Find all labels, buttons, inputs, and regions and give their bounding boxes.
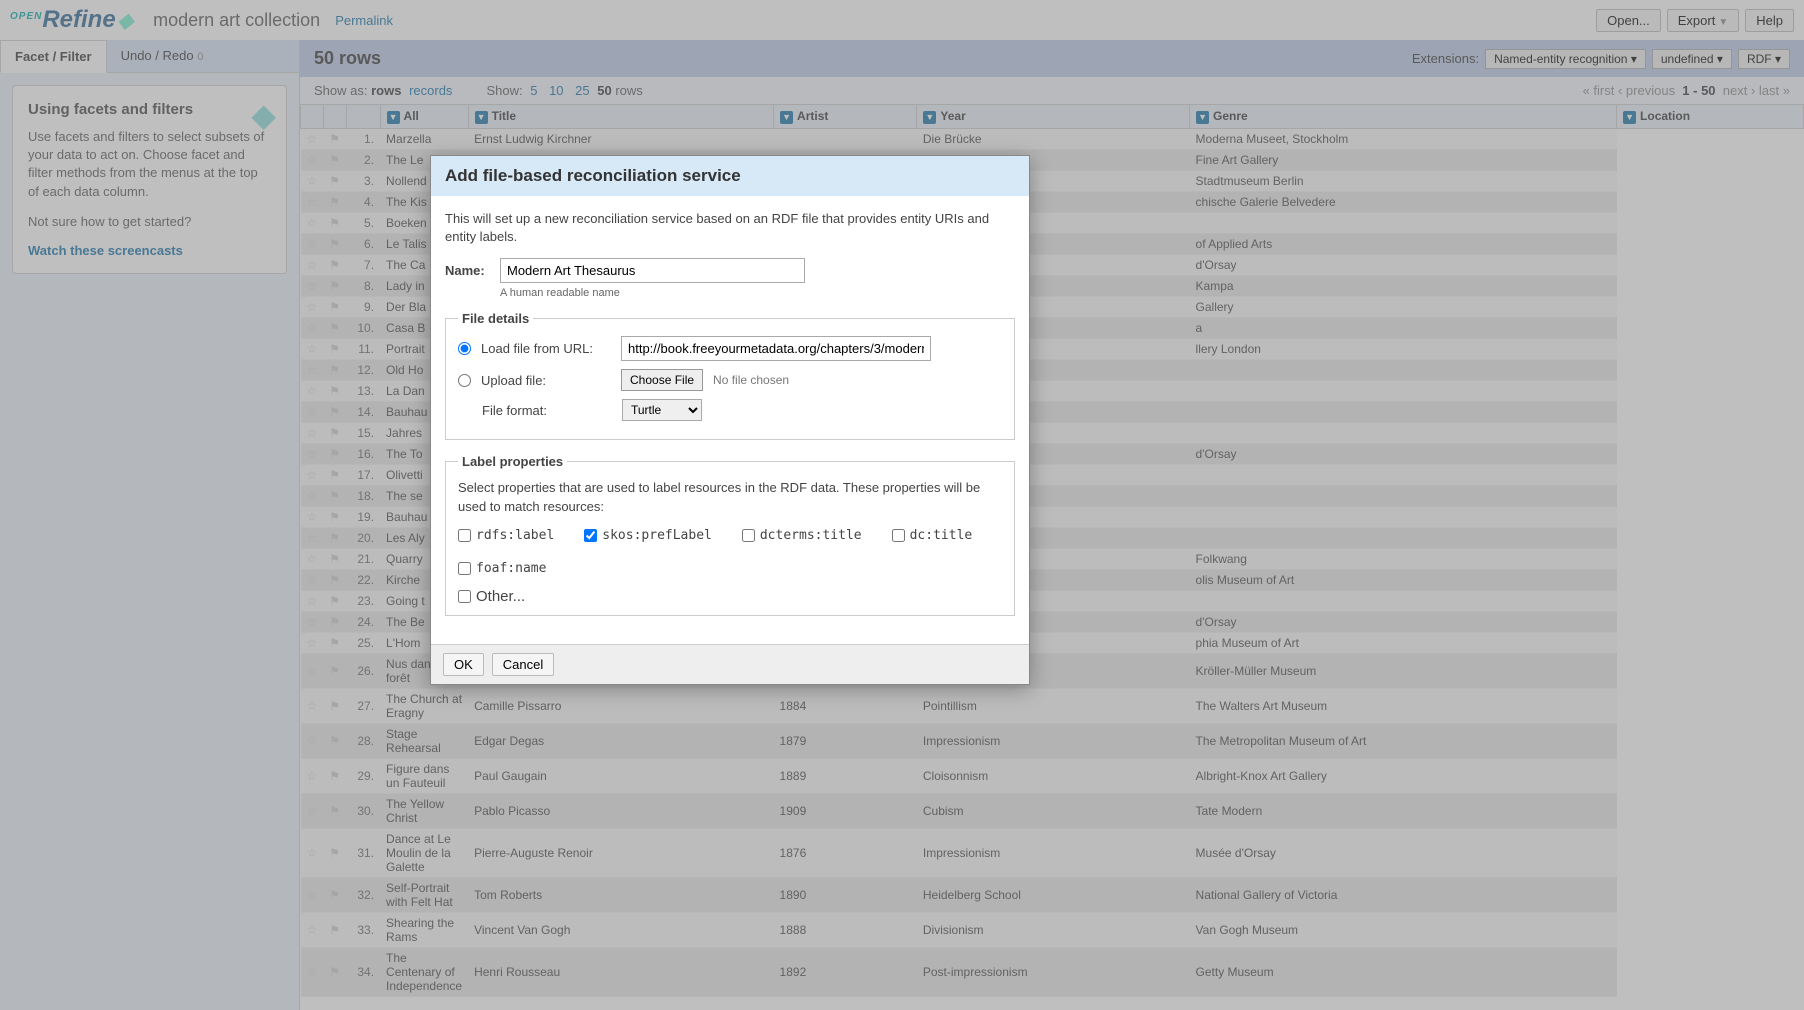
upload-label: Upload file:	[481, 373, 611, 388]
label-legend: Label properties	[458, 454, 567, 469]
choose-file-button[interactable]: Choose File	[621, 369, 703, 391]
prop-skos-label[interactable]: skos:prefLabel	[584, 528, 712, 543]
label-props-fieldset: Label properties Select properties that …	[445, 454, 1015, 615]
prop-skos-checkbox[interactable]	[584, 529, 597, 542]
prop-other-label[interactable]: Other...	[458, 588, 1002, 605]
upload-radio[interactable]	[458, 374, 471, 387]
no-file-label: No file chosen	[713, 373, 789, 387]
cancel-button[interactable]: Cancel	[492, 653, 554, 676]
format-label: File format:	[482, 403, 612, 418]
name-label: Name:	[445, 263, 500, 278]
prop-rdfs-checkbox[interactable]	[458, 529, 471, 542]
ok-button[interactable]: OK	[443, 653, 484, 676]
prop-dcterms-label[interactable]: dcterms:title	[742, 528, 862, 543]
file-legend: File details	[458, 311, 533, 326]
prop-foaf-label[interactable]: foaf:name	[458, 561, 546, 576]
load-url-label: Load file from URL:	[481, 341, 611, 356]
url-input[interactable]	[621, 336, 931, 361]
label-intro: Select properties that are used to label…	[458, 479, 1002, 515]
load-url-radio[interactable]	[458, 342, 471, 355]
prop-dc-checkbox[interactable]	[892, 529, 905, 542]
prop-foaf-checkbox[interactable]	[458, 562, 471, 575]
name-hint: A human readable name	[500, 287, 1015, 299]
dialog-intro: This will set up a new reconciliation se…	[445, 210, 1015, 246]
file-details-fieldset: File details Load file from URL: Upload …	[445, 311, 1015, 440]
prop-dcterms-checkbox[interactable]	[742, 529, 755, 542]
reconcile-dialog: Add file-based reconciliation service Th…	[430, 155, 1030, 685]
prop-rdfs-label[interactable]: rdfs:label	[458, 528, 554, 543]
prop-other-checkbox[interactable]	[458, 590, 471, 603]
dialog-title: Add file-based reconciliation service	[431, 156, 1029, 196]
name-input[interactable]	[500, 258, 805, 283]
format-select[interactable]: Turtle	[622, 399, 702, 421]
prop-dc-label[interactable]: dc:title	[892, 528, 973, 543]
